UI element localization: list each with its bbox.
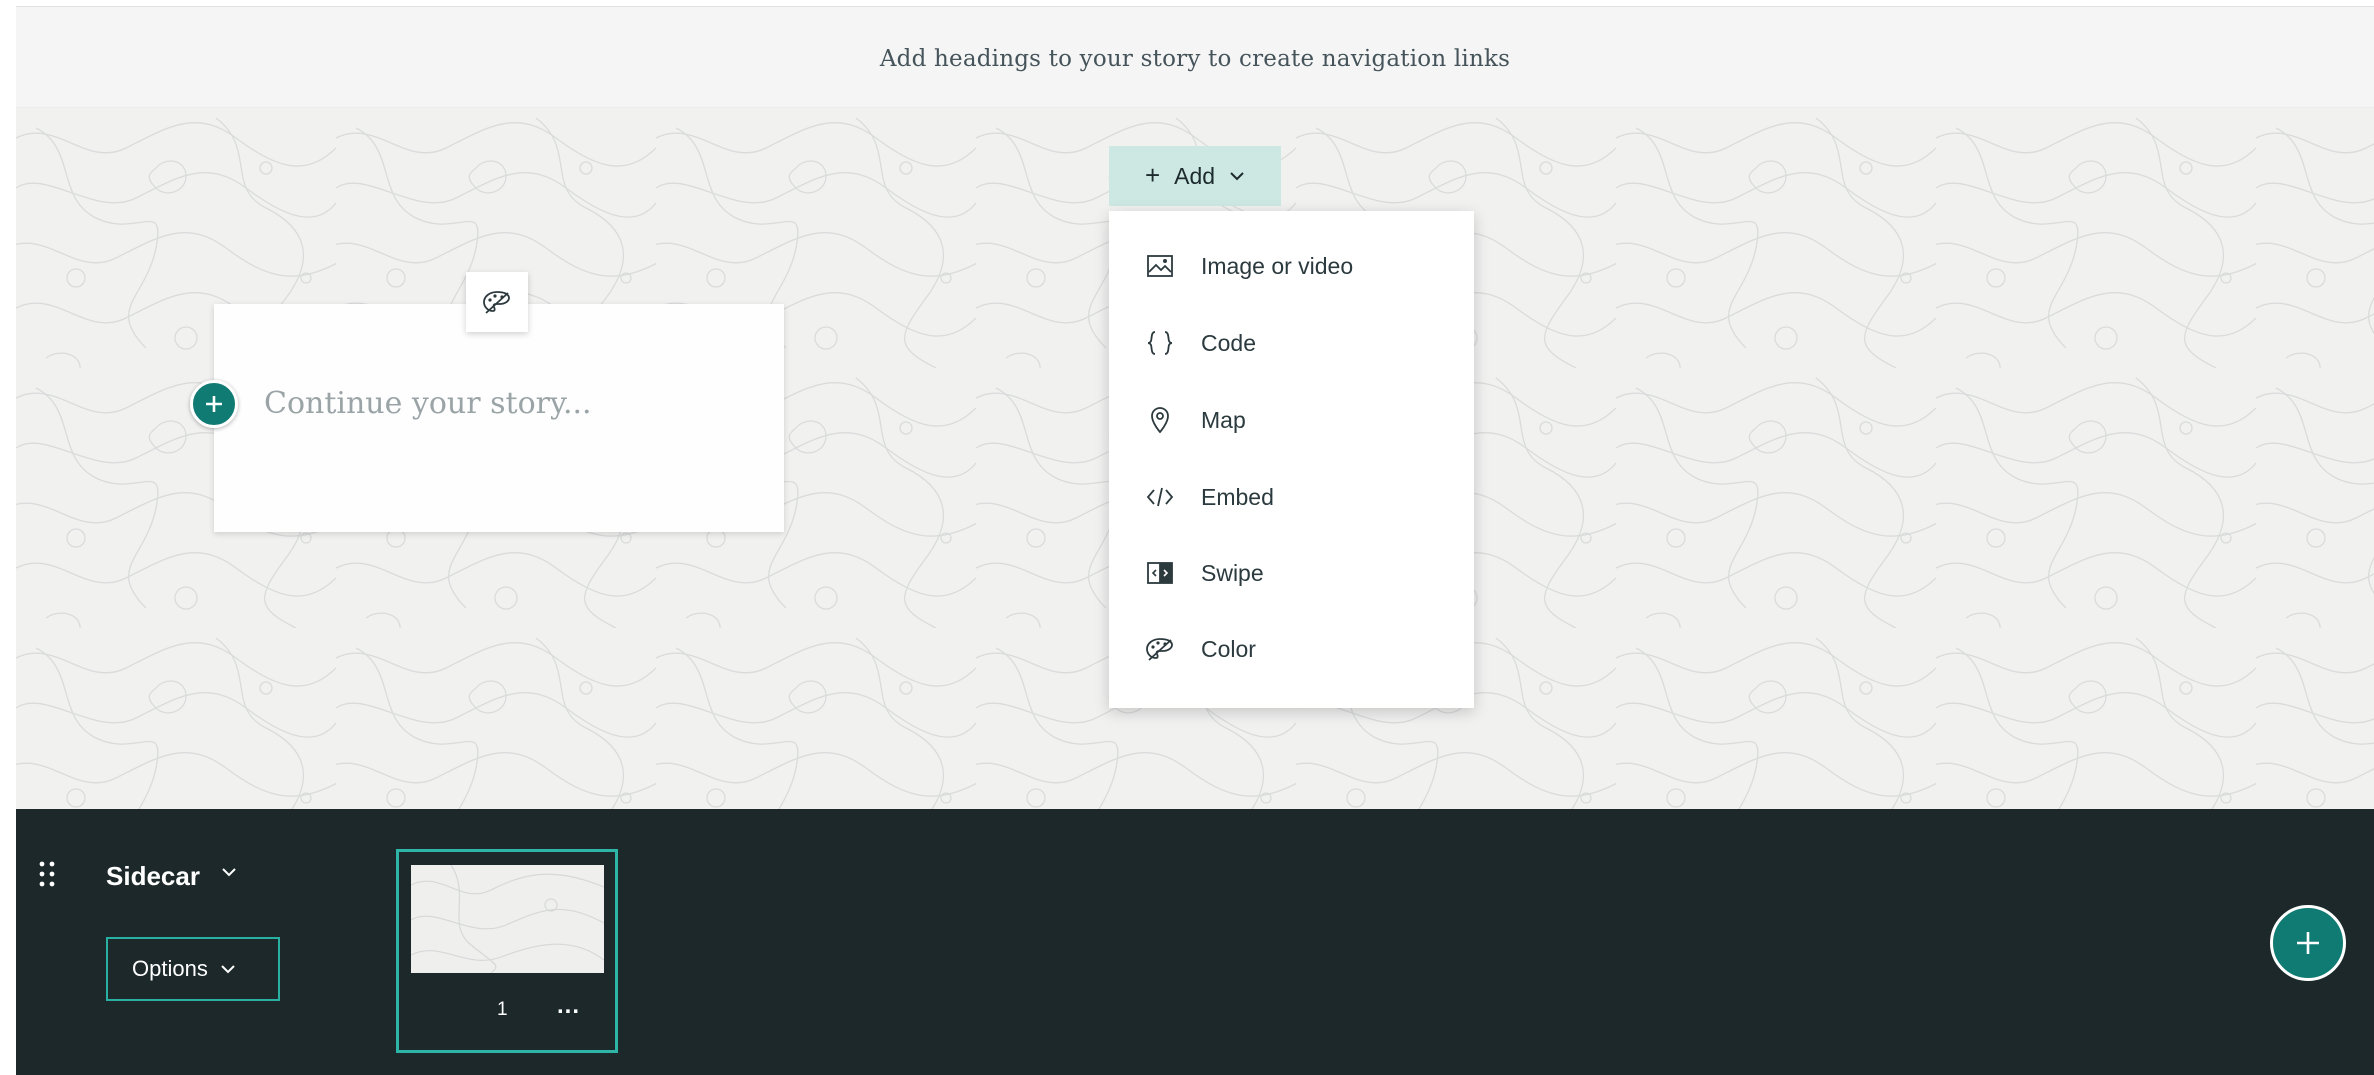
story-placeholder[interactable]: Continue your story...: [264, 386, 592, 421]
navigation-hint: Add headings to your story to create nav…: [879, 46, 1511, 72]
menu-item-embed[interactable]: Embed: [1109, 459, 1474, 535]
card-appearance-button[interactable]: [466, 272, 528, 332]
drag-handle-icon[interactable]: [36, 860, 58, 888]
slide-thumbnail[interactable]: 1 ...: [396, 849, 618, 1053]
palette-icon: [483, 291, 510, 314]
palette-icon: [1143, 632, 1177, 666]
options-button[interactable]: Options: [106, 937, 280, 1001]
left-edge-strip: [0, 0, 17, 1075]
image-icon: [1143, 249, 1177, 283]
menu-item-code[interactable]: Code: [1109, 305, 1474, 381]
add-block-menu: Image or video Code Map Embed Swipe Colo…: [1109, 211, 1474, 708]
plus-icon: [2297, 932, 2319, 954]
options-label: Options: [132, 956, 208, 981]
navigation-banner: Add headings to your story to create nav…: [16, 0, 2374, 108]
chevron-down-icon: [221, 965, 235, 974]
insert-block-button[interactable]: [190, 380, 238, 428]
menu-item-swipe[interactable]: Swipe: [1109, 535, 1474, 611]
plus-icon: +: [1144, 159, 1161, 190]
swipe-icon: [1143, 556, 1177, 590]
add-slide-button[interactable]: [2270, 905, 2346, 981]
add-block-button[interactable]: + Add: [1109, 146, 1281, 206]
sidecar-panel: Sidecar Options 1 ...: [16, 809, 2374, 1075]
chevron-down-icon[interactable]: [221, 867, 237, 877]
map-pin-icon: [1143, 403, 1177, 437]
code-braces-icon: [1143, 326, 1177, 360]
slide-preview: [411, 865, 604, 973]
sidecar-title[interactable]: Sidecar: [106, 861, 200, 892]
menu-item-image-or-video[interactable]: Image or video: [1109, 228, 1474, 304]
story-text-card[interactable]: Continue your story...: [214, 304, 784, 532]
story-canvas: Continue your story... + Add Image or vi…: [16, 108, 2374, 809]
add-button-label: Add: [1174, 162, 1216, 189]
embed-icon: [1143, 480, 1177, 514]
plus-icon: [206, 396, 222, 412]
slide-more-menu[interactable]: ...: [557, 992, 580, 1020]
chevron-down-icon: [1230, 172, 1244, 181]
menu-item-map[interactable]: Map: [1109, 382, 1474, 458]
menu-item-color[interactable]: Color: [1109, 611, 1474, 687]
slide-number: 1: [497, 999, 508, 1020]
